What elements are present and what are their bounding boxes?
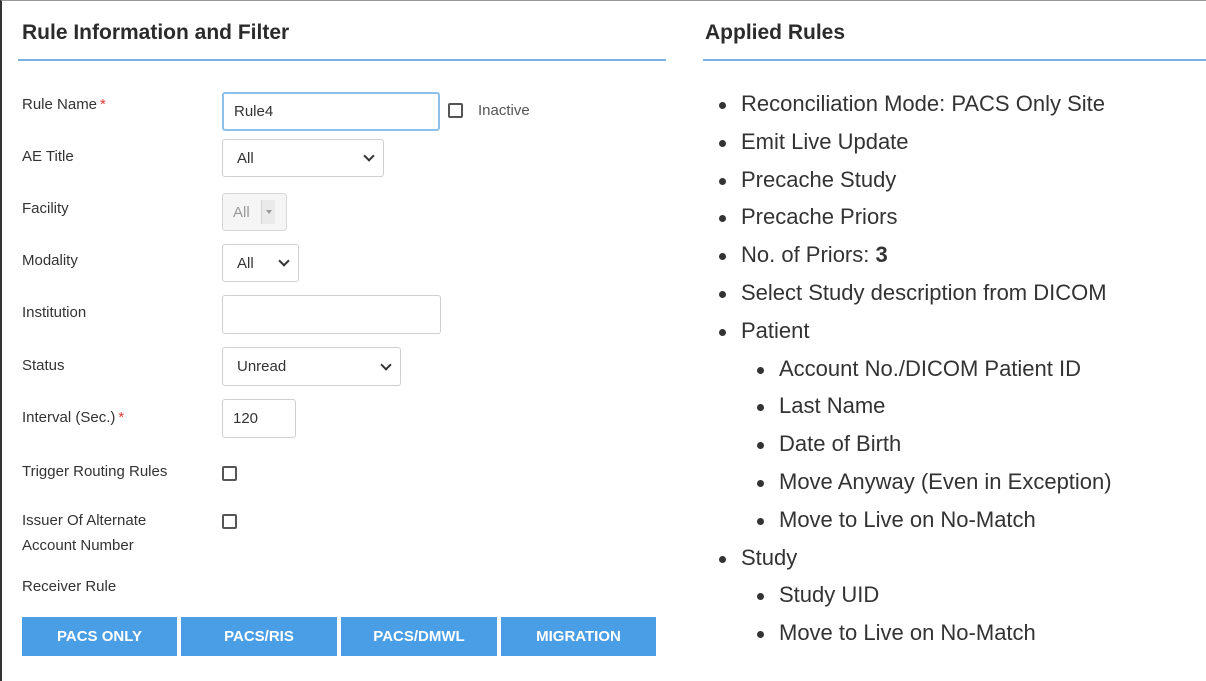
applied-rules-list: Reconciliation Mode: PACS Only Site Emit… — [716, 88, 1112, 655]
status-label: Status — [22, 357, 65, 374]
issuer-checkbox[interactable] — [222, 514, 237, 529]
facility-label: Facility — [22, 200, 69, 217]
list-item: Precache Study — [716, 164, 1112, 202]
chevron-down-icon — [380, 358, 392, 371]
trigger-routing-checkbox[interactable] — [222, 466, 237, 481]
list-item: Precache Priors — [716, 201, 1112, 239]
priors-count: 3 — [875, 242, 888, 268]
sub-list-item: Move Anyway (Even in Exception) — [716, 466, 1112, 504]
sub-list-item: Move to Live on No-Match — [716, 504, 1112, 542]
list-item: Study — [716, 542, 1112, 580]
pacs-ris-button[interactable]: PACS/RIS — [181, 617, 337, 656]
required-mark: * — [100, 96, 106, 113]
facility-select[interactable]: All — [222, 193, 287, 231]
rule-info-title: Rule Information and Filter — [22, 21, 290, 44]
required-mark: * — [118, 409, 125, 426]
list-item: Reconciliation Mode: PACS Only Site — [716, 88, 1112, 126]
ae-title-value: All — [237, 149, 254, 167]
pacs-only-button[interactable]: PACS ONLY — [22, 617, 177, 656]
institution-input[interactable] — [222, 295, 441, 334]
chevron-down-icon — [363, 150, 375, 162]
list-item: Select Study description from DICOM — [716, 277, 1112, 315]
modality-select[interactable]: All — [222, 244, 299, 282]
ae-title-label: AE Title — [22, 148, 74, 165]
sub-list-item: Last Name — [716, 390, 1112, 428]
facility-value: All — [233, 203, 250, 221]
ae-title-select[interactable]: All — [222, 139, 384, 177]
sub-list-item: Study UID — [716, 579, 1112, 617]
rule-name-label: Rule Name * — [22, 96, 106, 113]
pacs-dmwl-button[interactable]: PACS/DMWL — [341, 617, 497, 656]
institution-label: Institution — [22, 304, 87, 321]
list-item: Emit Live Update — [716, 126, 1112, 164]
applied-rules-title: Applied Rules — [705, 21, 846, 44]
sub-list-item: Account No./DICOM Patient ID — [716, 353, 1112, 391]
receiver-rule-label: Receiver Rule — [22, 578, 117, 595]
chevron-down-icon — [278, 255, 290, 267]
inactive-checkbox[interactable] — [448, 103, 463, 118]
trigger-routing-label: Trigger Routing Rules — [22, 463, 168, 480]
status-select[interactable]: Unread — [222, 347, 401, 386]
dropdown-arrow-icon — [261, 200, 275, 224]
modality-label: Modality — [22, 252, 78, 269]
sub-list-item: Date of Birth — [716, 428, 1112, 466]
issuer-label-line1: Issuer Of Alternate — [22, 512, 147, 529]
migration-button[interactable]: MIGRATION — [501, 617, 656, 656]
list-item: Patient — [716, 315, 1112, 353]
interval-label: Interval (Sec.) * — [22, 409, 125, 426]
sub-list-item: Move to Live on No-Match — [716, 617, 1112, 655]
list-item: No. of Priors: 3 — [716, 239, 1112, 277]
issuer-label-line2: Account Number — [22, 537, 134, 554]
rule-name-input[interactable]: Rule4 — [222, 92, 440, 131]
interval-input[interactable]: 120 — [222, 399, 296, 438]
interval-value: 120 — [233, 410, 259, 427]
rule-info-divider — [18, 59, 666, 61]
rule-name-value: Rule4 — [234, 103, 274, 120]
applied-rules-divider — [703, 59, 1206, 61]
modality-value: All — [237, 254, 254, 272]
status-value: Unread — [237, 358, 287, 375]
inactive-label: Inactive — [478, 102, 530, 119]
